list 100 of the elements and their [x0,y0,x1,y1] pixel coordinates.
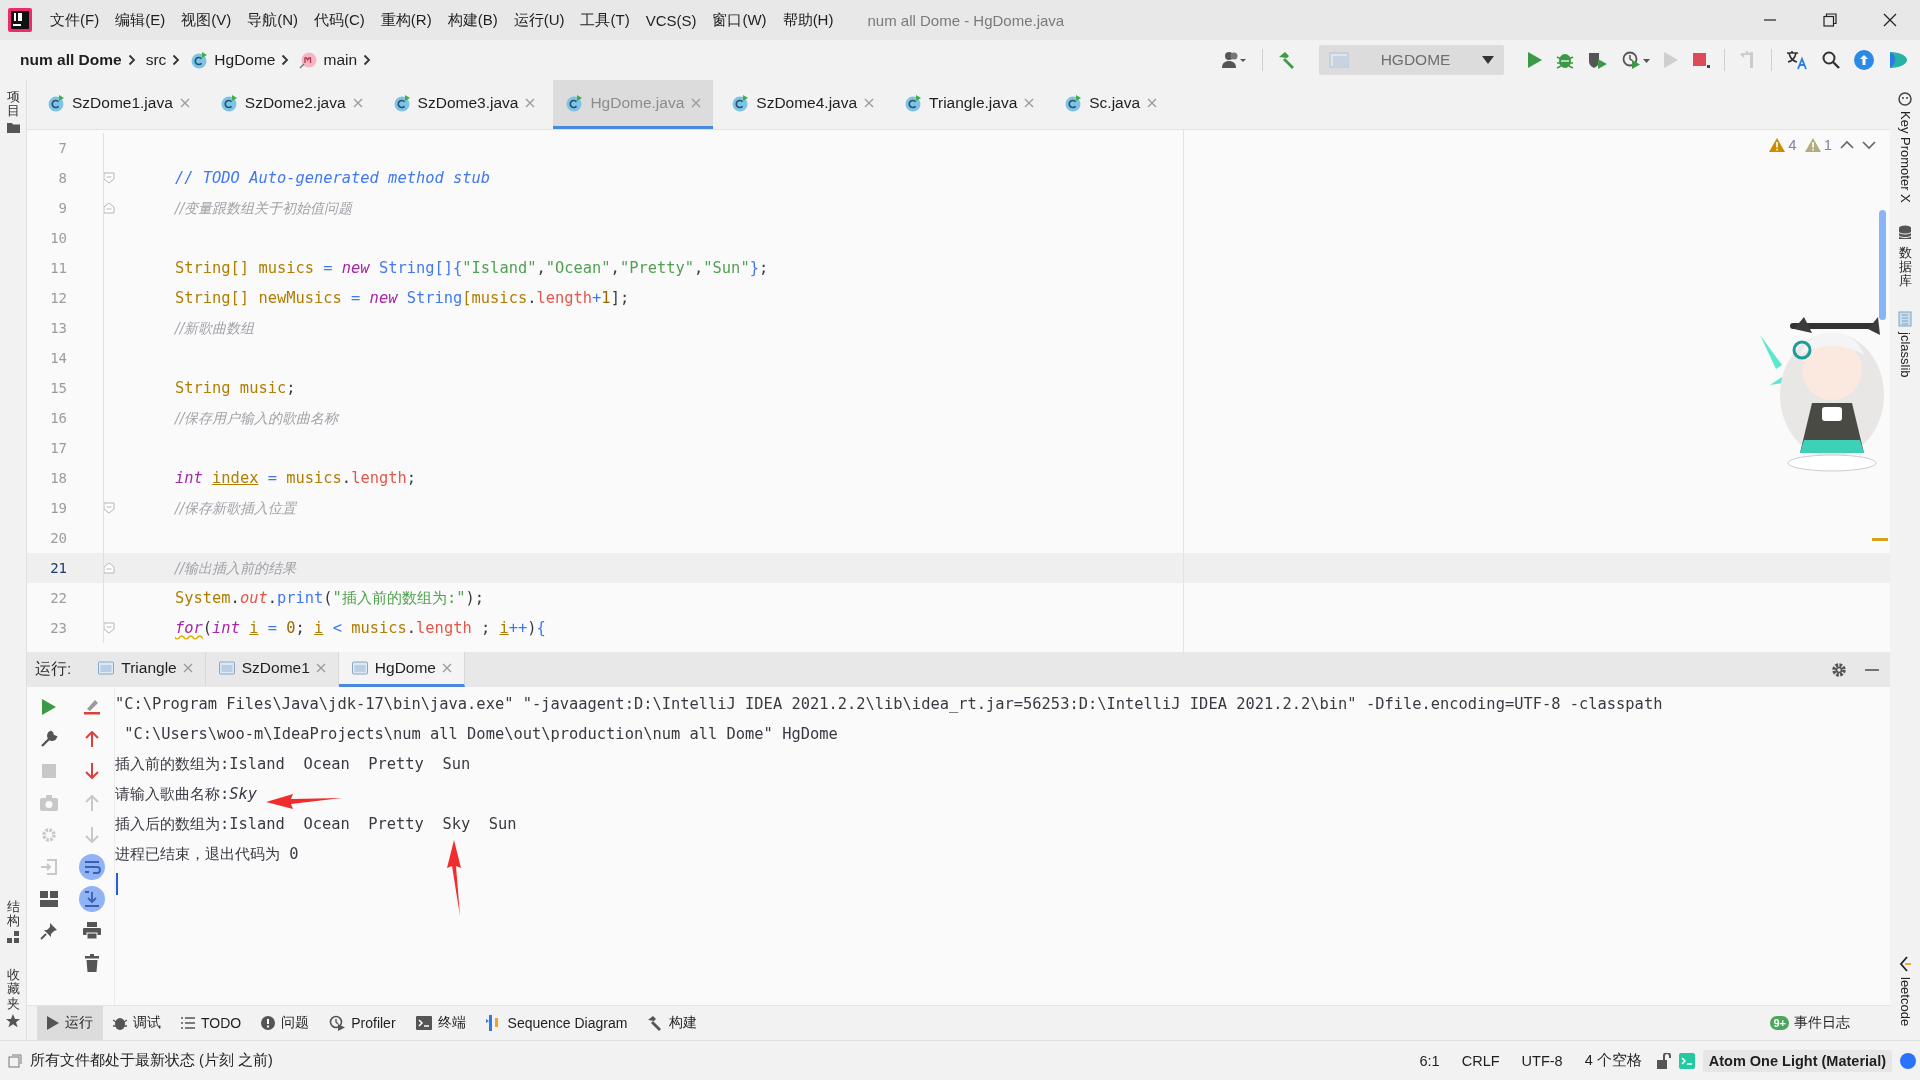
run-icon[interactable] [1528,52,1542,68]
fold-marker-icon[interactable] [103,502,115,514]
menu-item[interactable]: 代码(C) [306,10,373,30]
editor-tab[interactable]: SzDome1.java [35,80,202,129]
star-icon [6,1014,20,1028]
clear-icon[interactable] [83,699,102,715]
code-line: //输出插入前的结果 [175,559,297,577]
menu-item[interactable]: 视图(V) [173,10,240,30]
run-tab[interactable]: HgDome [338,652,465,687]
tool-window-button[interactable]: Key Promoter X [1897,111,1913,203]
trash-icon[interactable] [85,954,100,972]
menu-item[interactable]: 编辑(E) [107,10,174,30]
terminal-icon[interactable] [1678,1052,1695,1069]
class-icon [47,94,65,112]
breadcrumb-item[interactable]: HgDome [214,51,276,69]
tool-window-button[interactable]: 数据库 [1898,245,1912,289]
grid-icon [1898,310,1912,327]
search-icon[interactable] [1822,51,1840,69]
print-icon[interactable] [83,922,102,940]
close-icon[interactable] [1883,13,1897,27]
status-item[interactable]: CRLF [1454,1052,1507,1069]
event-log-button[interactable]: 9+ 事件日志 [1770,1014,1890,1032]
code-line: System.out.print("插入前的数组为:"); [175,589,484,607]
bug-icon[interactable] [1556,51,1574,69]
chevron-down-icon[interactable] [1862,139,1876,150]
stop-icon[interactable] [1692,51,1710,69]
fold-marker-icon[interactable] [103,172,115,184]
tool-window-button[interactable]: 项目 [6,90,20,119]
run-tab[interactable]: Triangle [85,652,206,687]
fold-marker-icon[interactable] [103,202,115,214]
menu-item[interactable]: 工具(T) [572,10,638,30]
settings-icon[interactable] [1830,660,1848,679]
editor-tab[interactable]: Sc.java [1052,80,1170,129]
menu-item[interactable]: 重构(R) [372,10,440,30]
tool-window-button[interactable]: Profiler [319,1006,406,1040]
theme-indicator[interactable]: Atom One Light (Material) [1702,1049,1892,1072]
app-logo-icon [8,8,32,32]
class-icon [565,94,584,112]
breadcrumb-item[interactable]: src [145,51,167,69]
wrench-icon[interactable] [39,730,58,748]
folder-icon [6,121,20,133]
menu-item[interactable]: 文件(F) [42,10,108,30]
run-label: 运行: [34,659,73,679]
problems-icon [261,1016,276,1030]
database-icon [1898,224,1912,241]
tool-window-button[interactable]: TODO [171,1006,252,1040]
menu-item[interactable]: 运行(U) [505,10,573,30]
tool-window-button[interactable]: 终端 [405,1006,476,1040]
profiler-icon [329,1015,346,1031]
line-number: 10 [49,230,67,246]
fold-marker-icon[interactable] [103,562,115,574]
scroll-to-end-icon[interactable] [79,886,106,912]
editor-tab[interactable]: SzDome4.java [719,80,887,129]
menu-item[interactable]: 帮助(H) [774,10,842,30]
menu-item[interactable]: 导航(N) [239,10,306,30]
profiler-icon[interactable] [1622,51,1650,69]
line-number: 17 [49,440,67,456]
run-configuration-dropdown[interactable]: HGDOME [1319,45,1504,75]
status-item[interactable]: 4 个空格 [1577,1051,1649,1070]
coverage-icon[interactable] [1588,51,1608,69]
translate-icon[interactable] [1786,50,1808,70]
soft-wrap-icon[interactable] [79,854,106,880]
lock-icon[interactable] [1656,1052,1671,1069]
tool-window-button[interactable]: 收藏夹 [6,968,20,1011]
menu-item[interactable]: 构建(B) [439,10,506,30]
breadcrumb-item[interactable]: main [323,51,358,69]
tool-window-button[interactable]: 运行 [37,1006,103,1040]
status-item[interactable]: UTF-8 [1514,1052,1570,1069]
plugin-logo-icon[interactable] [1888,50,1908,70]
arrow-up-icon[interactable] [85,731,100,747]
weak-warning-count: 1 [1823,136,1832,153]
code-line: //新歌曲数组 [175,319,255,337]
chevron-up-icon[interactable] [1840,139,1854,150]
hammer-icon[interactable] [1277,51,1295,69]
tool-window-button[interactable]: 问题 [251,1006,320,1040]
editor-tab[interactable]: SzDome2.java [207,80,375,129]
editor-tab[interactable]: SzDome3.java [380,80,548,129]
restore-icon[interactable] [1823,13,1837,27]
tool-window-button[interactable]: leetcode [1897,976,1913,1026]
run-tab[interactable]: SzDome1 [205,652,339,687]
fold-marker-icon[interactable] [103,622,115,634]
layout-icon[interactable] [39,891,58,907]
tool-window-button[interactable]: jclasslib [1897,331,1913,378]
arrow-down-icon[interactable] [85,763,100,779]
menu-item[interactable]: VCS(S) [637,11,705,29]
editor-tab[interactable]: Triangle.java [892,80,1047,129]
tool-window-button[interactable]: 结构 [6,899,20,929]
run-icon[interactable] [41,699,56,715]
method-icon [299,51,318,69]
tool-window-button[interactable]: Sequence Diagram [475,1006,638,1040]
list-icon [181,1017,195,1029]
pin-icon[interactable] [39,922,58,940]
status-item[interactable]: 6:1 [1412,1052,1447,1069]
upload-icon[interactable] [1854,50,1874,70]
menu-item[interactable]: 窗口(W) [704,10,775,30]
user-icon[interactable] [1222,51,1248,69]
tool-window-button[interactable]: 构建 [637,1006,708,1040]
code-line: //保存新歌插入位置 [175,499,297,517]
tool-window-button[interactable]: 调试 [103,1006,171,1040]
breadcrumb-item[interactable]: num all Dome [20,51,122,69]
